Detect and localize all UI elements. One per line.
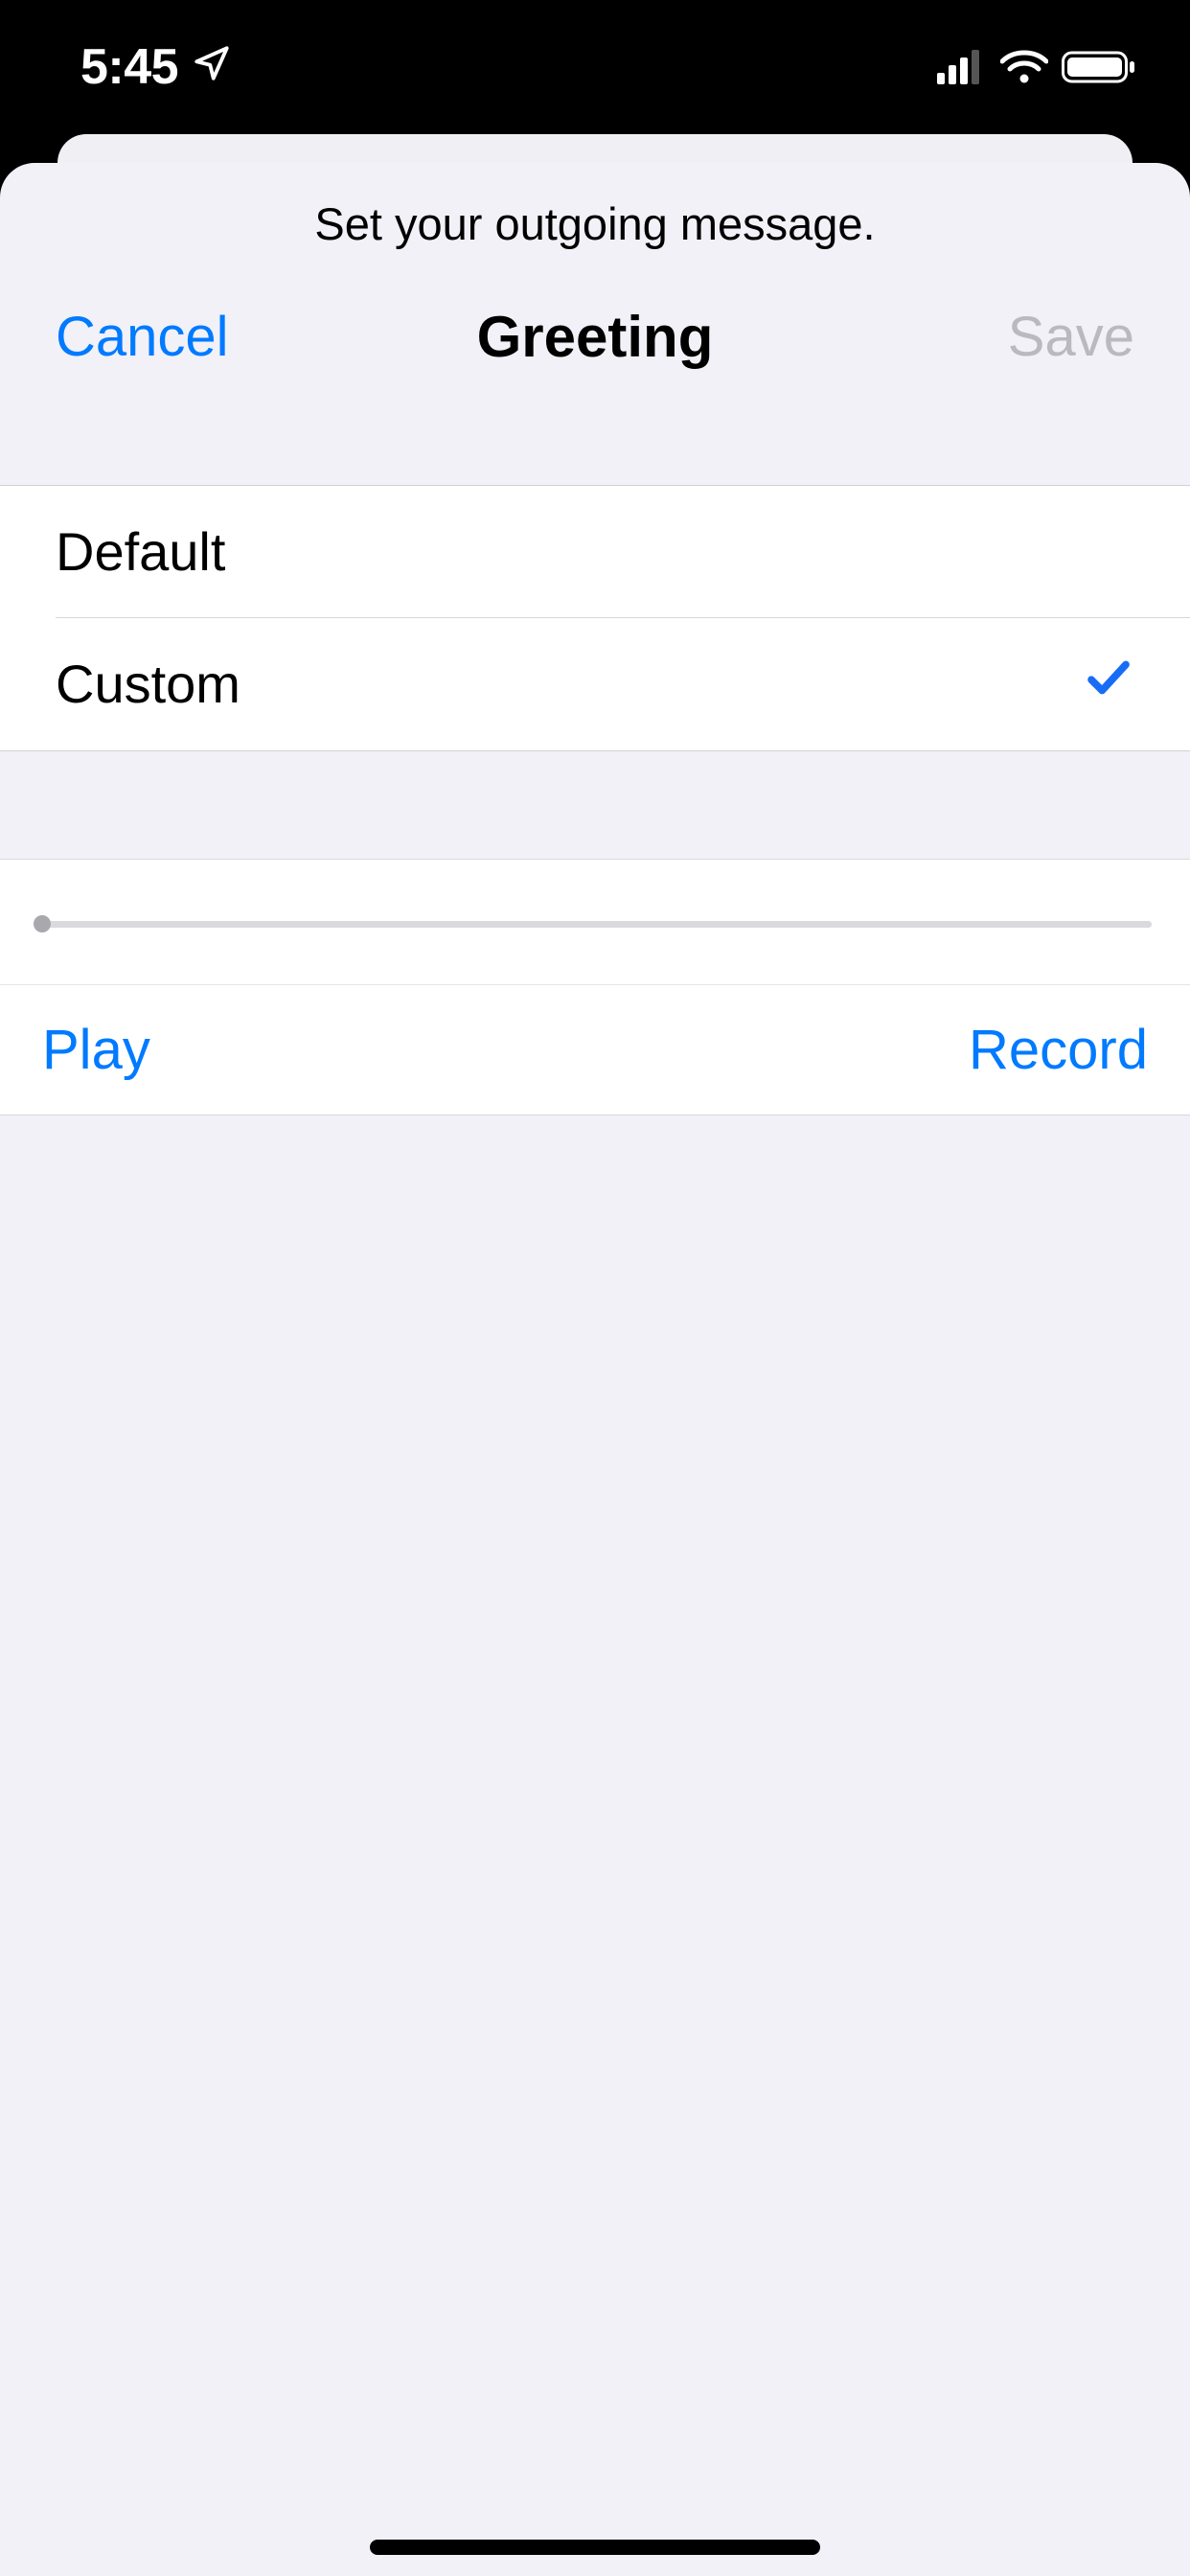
option-custom[interactable]: Custom [0, 617, 1190, 750]
status-time: 5:45 [80, 38, 178, 96]
playback-block: Play Record [0, 859, 1190, 1116]
scrubber-thumb[interactable] [34, 915, 51, 932]
option-default[interactable]: Default [0, 486, 1190, 617]
option-default-label: Default [56, 520, 225, 583]
battery-icon [1062, 50, 1136, 84]
sheet-subtitle: Set your outgoing message. [0, 163, 1190, 250]
cellular-icon [937, 50, 987, 84]
greeting-options-group: Default Custom [0, 485, 1190, 751]
wifi-icon [1000, 50, 1048, 84]
option-custom-label: Custom [56, 653, 240, 715]
greeting-sheet: Set your outgoing message. Cancel Greeti… [0, 163, 1190, 2576]
status-bar: 5:45 [0, 0, 1190, 134]
cancel-button[interactable]: Cancel [56, 305, 247, 369]
playback-controls: Play Record [0, 984, 1190, 1115]
checkmark-icon [1083, 652, 1134, 716]
play-button[interactable]: Play [42, 1018, 150, 1082]
status-right [937, 50, 1136, 84]
save-button[interactable]: Save [943, 305, 1134, 369]
status-left: 5:45 [80, 38, 232, 96]
playback-scrubber[interactable] [0, 860, 1190, 984]
record-button[interactable]: Record [969, 1018, 1148, 1082]
navbar: Cancel Greeting Save [0, 250, 1190, 485]
scrubber-track [38, 921, 1152, 928]
row-separator [56, 617, 1190, 618]
location-icon [192, 38, 232, 96]
page-title: Greeting [477, 304, 714, 370]
section-spacer [0, 751, 1190, 859]
home-indicator[interactable] [370, 2540, 820, 2555]
